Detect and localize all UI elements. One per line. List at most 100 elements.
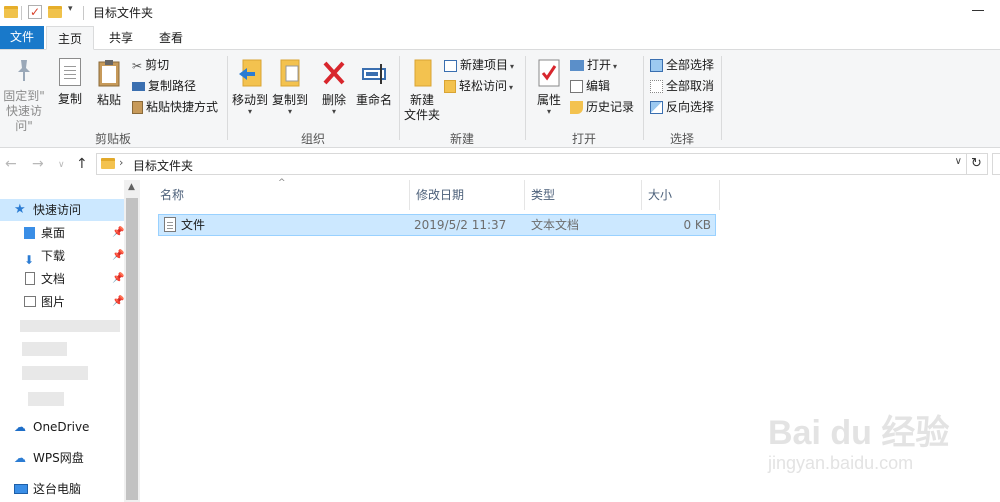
history-button[interactable]: 历史记录 — [570, 98, 634, 116]
select-none-button[interactable]: 全部取消 — [650, 77, 714, 95]
copy-button[interactable]: 复制 — [54, 58, 86, 107]
properties-icon — [538, 59, 560, 87]
table-row[interactable]: 文件 2019/5/2 11:37 文本文档 0 KB — [158, 214, 716, 236]
group-label-new: 新建 — [449, 132, 474, 146]
pin-icon[interactable]: 📌 — [112, 291, 124, 313]
nav-onedrive[interactable]: ☁ OneDrive — [0, 416, 124, 438]
delete-icon — [323, 61, 345, 85]
paste-button[interactable]: 粘贴 — [92, 58, 126, 108]
navigation-bar: ← → ∨ ↑ › 目标文件夹 ∨ ↻ — [0, 150, 1000, 178]
rename-label: 重命名 — [355, 93, 392, 107]
customize-toolbar-dropdown-icon[interactable]: ▾ — [68, 4, 73, 14]
nav-item-pictures[interactable]: 图片 📌 — [0, 291, 124, 313]
refresh-icon[interactable]: ↻ — [966, 153, 988, 175]
properties-quick-icon[interactable]: ✓ — [28, 5, 42, 19]
nav-this-pc[interactable]: 这台电脑 — [0, 478, 124, 500]
paste-shortcut-label: 粘贴快捷方式 — [146, 100, 219, 114]
paste-shortcut-button[interactable]: 粘贴快捷方式 — [132, 98, 218, 116]
tab-file[interactable]: 文件 — [0, 26, 44, 49]
recent-locations-chevron-icon[interactable]: ∨ — [58, 160, 65, 170]
scrollbar-thumb[interactable] — [126, 198, 138, 500]
new-item-button[interactable]: 新建项目 ▾ — [444, 56, 514, 74]
column-header-name[interactable]: 名称 — [154, 180, 410, 210]
watermark-logo-text: Bai du 经验 — [768, 414, 950, 452]
pin-to-quick-access-button[interactable]: 固定到" 快速访问" — [0, 58, 48, 134]
group-label-clipboard: 剪贴板 — [94, 132, 131, 146]
tab-home[interactable]: 主页 — [46, 26, 94, 50]
new-folder-quick-icon[interactable] — [48, 6, 62, 18]
nav-item-downloads[interactable]: ⬇ 下载 📌 — [0, 245, 124, 267]
minimize-button[interactable] — [972, 10, 984, 11]
rename-button[interactable]: 重命名 — [354, 58, 394, 108]
open-icon — [570, 60, 584, 71]
open-dropdown-icon: ▾ — [613, 62, 618, 71]
scroll-up-icon[interactable]: ▲ — [128, 182, 135, 192]
column-header-modified[interactable]: 修改日期 — [410, 180, 525, 210]
select-all-icon — [650, 59, 663, 72]
watermark-url: jingyan.baidu.com — [768, 453, 914, 473]
redacted-nav-item — [22, 366, 88, 380]
edit-button[interactable]: 编辑 — [570, 77, 610, 95]
tab-view[interactable]: 查看 — [150, 26, 192, 50]
edit-icon — [570, 80, 583, 93]
nav-quick-access[interactable]: ★ 快速访问 — [0, 199, 124, 221]
new-folder-icon — [414, 59, 432, 87]
nav-item-documents[interactable]: 文档 📌 — [0, 268, 124, 290]
copy-to-label: 复制到 — [271, 93, 308, 107]
computer-icon — [14, 484, 28, 494]
easy-access-button[interactable]: 轻松访问 ▾ — [444, 77, 513, 95]
nav-wps-label: WPS网盘 — [33, 451, 84, 465]
column-header-type[interactable]: 类型 — [525, 180, 642, 210]
nav-quick-access-label: 快速访问 — [33, 203, 82, 217]
search-input[interactable] — [992, 153, 1000, 175]
group-label-select: 选择 — [669, 132, 694, 146]
cut-button[interactable]: ✂ 剪切 — [132, 56, 169, 74]
delete-button[interactable]: 删除 ▾ — [318, 58, 350, 116]
folder-icon — [101, 158, 115, 169]
address-bar[interactable]: › 目标文件夹 ∨ — [96, 153, 967, 175]
copy-path-button[interactable]: 复制路径 — [132, 77, 196, 95]
pin-icon[interactable]: 📌 — [112, 268, 124, 290]
new-item-dropdown-icon: ▾ — [510, 62, 515, 71]
select-all-button[interactable]: 全部选择 — [650, 56, 714, 74]
copy-to-button[interactable]: 复制到 ▾ — [271, 58, 309, 116]
tab-share[interactable]: 共享 — [100, 26, 142, 50]
file-type: 文本文档 — [531, 218, 580, 232]
group-label-organize: 组织 — [300, 132, 325, 146]
copy-to-icon — [280, 59, 300, 87]
file-size: 0 KB — [683, 218, 711, 232]
nav-scrollbar[interactable]: ▲ — [124, 180, 140, 502]
back-arrow-icon[interactable]: ← — [5, 156, 17, 172]
group-separator — [525, 56, 526, 140]
pin-icon[interactable]: 📌 — [112, 245, 124, 267]
baidu-jingyan-watermark: Bai du 经验 jingyan.baidu.com — [760, 395, 980, 485]
move-to-icon — [239, 59, 262, 87]
address-dropdown-icon[interactable]: ∨ — [955, 156, 962, 167]
move-to-button[interactable]: 移动到 ▾ — [231, 58, 269, 116]
copy-label: 复制 — [57, 92, 82, 106]
new-item-icon — [444, 59, 457, 72]
open-button[interactable]: 打开 ▾ — [570, 56, 617, 74]
ribbon: 固定到" 快速访问" 复制 粘贴 ✂ 剪切 复制路径 粘贴快捷方式 剪贴板 移动到… — [0, 50, 1000, 148]
up-arrow-icon[interactable]: ↑ — [76, 156, 88, 172]
new-folder-button[interactable]: 新建 文件夹 — [402, 58, 442, 123]
new-item-label: 新建项目 — [460, 58, 509, 72]
nav-item-label: 桌面 — [41, 226, 66, 240]
breadcrumb-current[interactable]: 目标文件夹 — [133, 157, 193, 174]
select-none-icon — [650, 80, 663, 93]
column-header-size[interactable]: 大小 — [642, 180, 720, 210]
properties-button[interactable]: 属性 ▾ — [532, 58, 566, 116]
forward-arrow-icon[interactable]: → — [32, 156, 44, 172]
nav-wps[interactable]: ☁ WPS网盘 — [0, 447, 124, 469]
properties-label: 属性 — [536, 93, 561, 107]
redacted-nav-item — [20, 320, 120, 332]
redacted-nav-item — [22, 342, 67, 356]
nav-item-desktop[interactable]: 桌面 📌 — [0, 222, 124, 244]
nav-item-label: 文档 — [41, 272, 66, 286]
file-modified: 2019/5/2 11:37 — [414, 218, 507, 232]
invert-selection-button[interactable]: 反向选择 — [650, 98, 714, 116]
breadcrumb-chevron-icon[interactable]: › — [119, 156, 123, 169]
pin-icon — [18, 60, 30, 81]
edit-label: 编辑 — [586, 79, 611, 93]
pin-icon[interactable]: 📌 — [112, 222, 124, 244]
